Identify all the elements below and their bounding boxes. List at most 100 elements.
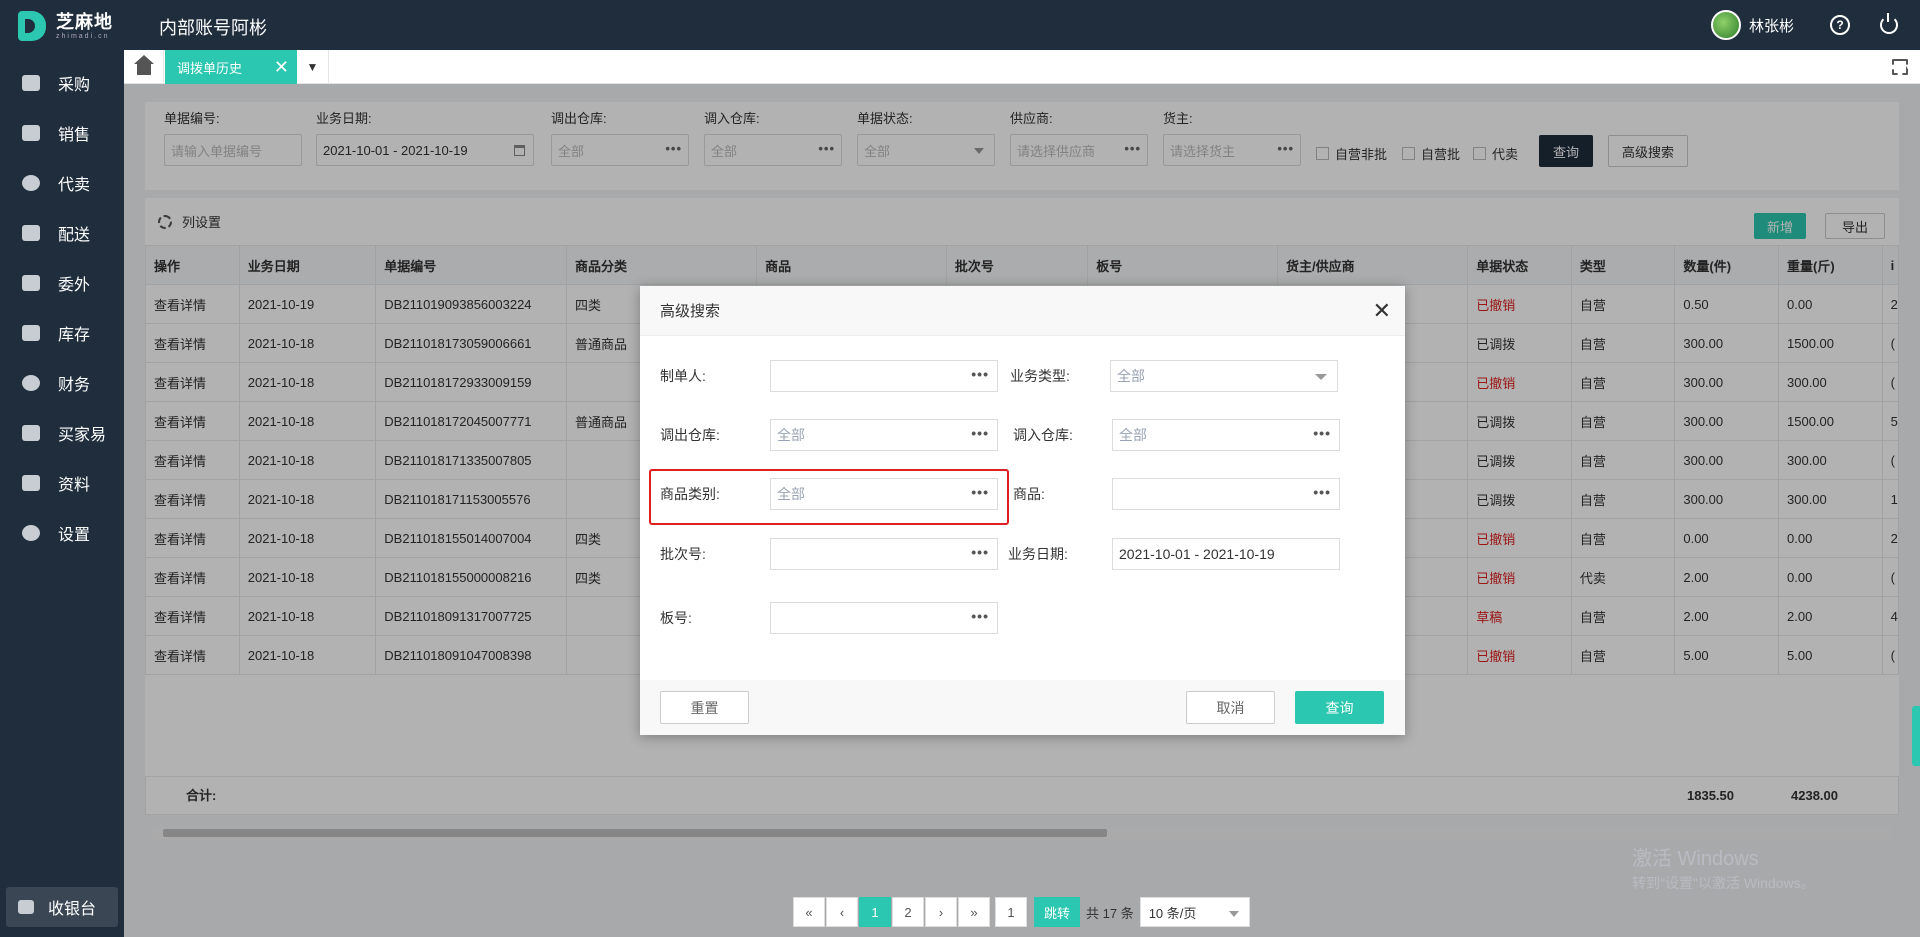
logo: 芝麻地 zhimadi.cn bbox=[18, 10, 113, 42]
sidebar-item-consign[interactable]: 代卖 bbox=[0, 158, 124, 208]
batch-label: 批次号: bbox=[660, 546, 706, 562]
sidebar-item-label: 配送 bbox=[58, 227, 91, 244]
reset-button[interactable]: 重置 bbox=[660, 691, 749, 724]
basket-icon bbox=[22, 75, 40, 91]
fullscreen-icon[interactable] bbox=[1892, 59, 1908, 75]
sidebar-item-delivery[interactable]: 配送 bbox=[0, 208, 124, 258]
in-warehouse-input[interactable]: 全部 ••• bbox=[1112, 419, 1340, 451]
pagination: « ‹ 1 2 › » 1 跳转 共 17 条 10 条/页 bbox=[793, 897, 1250, 927]
total-count: 共 17 条 bbox=[1086, 905, 1134, 921]
out-warehouse-label: 调出仓库: bbox=[660, 427, 720, 443]
cancel-button[interactable]: 取消 bbox=[1186, 691, 1275, 724]
more-icon[interactable]: ••• bbox=[1313, 425, 1331, 441]
sidebar-item-settings[interactable]: 设置 bbox=[0, 508, 124, 558]
side-handle[interactable] bbox=[1912, 706, 1920, 766]
biz-type-label: 业务类型: bbox=[1010, 368, 1070, 384]
dialog-query-button[interactable]: 查询 bbox=[1295, 691, 1384, 724]
finance-icon bbox=[22, 375, 40, 391]
user-name[interactable]: 林张彬 bbox=[1749, 15, 1794, 36]
cashier-label: 收银台 bbox=[48, 901, 97, 918]
cashier-button[interactable]: 收银台 bbox=[6, 887, 118, 927]
jump-button[interactable]: 跳转 bbox=[1034, 897, 1081, 927]
help-icon[interactable]: ? bbox=[1830, 15, 1850, 35]
creator-input[interactable]: ••• bbox=[770, 360, 998, 392]
last-page-button[interactable]: » bbox=[958, 897, 990, 927]
tab-label: 调拨单历史 bbox=[177, 60, 243, 76]
chevron-down-icon bbox=[1315, 374, 1327, 380]
building-icon bbox=[22, 275, 40, 291]
windows-watermark: 激活 Windows 转到"设置"以激活 Windows。 bbox=[1632, 848, 1815, 891]
in-warehouse-label: 调入仓库: bbox=[1013, 427, 1073, 443]
sidebar-item-inventory[interactable]: 库存 bbox=[0, 308, 124, 358]
advanced-search-dialog: 高级搜索 ✕ 制单人: ••• 业务类型: 全部 调出仓库: 全部 ••• 调入仓… bbox=[640, 286, 1405, 735]
biz-type-select[interactable]: 全部 bbox=[1110, 360, 1338, 392]
sidebar-item-sales[interactable]: 销售 bbox=[0, 108, 124, 158]
sidebar-item-label: 委外 bbox=[58, 277, 91, 294]
truck-icon bbox=[22, 225, 40, 241]
more-icon[interactable]: ••• bbox=[971, 544, 989, 560]
sidebar-item-buyer[interactable]: 买家易 bbox=[0, 408, 124, 458]
sidebar-item-label: 采购 bbox=[58, 77, 91, 94]
next-page-button[interactable]: › bbox=[925, 897, 957, 927]
cart-icon bbox=[22, 125, 40, 141]
sidebar-item-purchase[interactable]: 采购 bbox=[0, 58, 124, 108]
page-size-select[interactable]: 10 条/页 bbox=[1139, 897, 1250, 927]
sidebar-item-label: 销售 bbox=[58, 127, 91, 144]
top-bar: 芝麻地 zhimadi.cn 内部账号阿彬 林张彬 ? bbox=[0, 0, 1920, 50]
close-icon[interactable]: ✕ bbox=[274, 58, 289, 76]
home-button[interactable] bbox=[124, 50, 164, 84]
home-icon bbox=[133, 55, 154, 75]
product-input[interactable]: ••• bbox=[1112, 478, 1340, 510]
avatar[interactable] bbox=[1710, 10, 1741, 40]
product-label: 商品: bbox=[1013, 486, 1045, 502]
tab-bar: 调拨单历史 ✕ ▼ bbox=[124, 50, 1920, 84]
creator-label: 制单人: bbox=[660, 368, 706, 384]
app-title: 内部账号阿彬 bbox=[159, 18, 267, 38]
more-icon[interactable]: ••• bbox=[971, 366, 989, 382]
more-icon[interactable]: ••• bbox=[971, 484, 989, 500]
sidebar-item-label: 代卖 bbox=[58, 177, 91, 194]
tag-icon bbox=[22, 175, 40, 191]
tab-transfer-history[interactable]: 调拨单历史 ✕ bbox=[165, 50, 297, 84]
out-warehouse-input[interactable]: 全部 ••• bbox=[770, 419, 998, 451]
shop-icon bbox=[22, 425, 40, 441]
category-input[interactable]: 全部 ••• bbox=[770, 478, 998, 510]
logo-icon bbox=[18, 11, 46, 41]
board-input[interactable]: ••• bbox=[770, 602, 998, 634]
page-2-button[interactable]: 2 bbox=[892, 897, 924, 927]
page-1-button[interactable]: 1 bbox=[859, 897, 891, 927]
biz-date-input[interactable]: 2021-10-01 - 2021-10-19 bbox=[1112, 538, 1340, 570]
category-label: 商品类别: bbox=[660, 486, 720, 502]
print-icon bbox=[22, 475, 40, 491]
prev-page-button[interactable]: ‹ bbox=[826, 897, 858, 927]
sidebar-item-label: 买家易 bbox=[58, 427, 107, 444]
board-label: 板号: bbox=[660, 610, 692, 626]
sidebar: 采购 销售 代卖 配送 委外 库存 财务 买家易 资料 设置 收银台 bbox=[0, 50, 124, 937]
more-icon[interactable]: ••• bbox=[971, 608, 989, 624]
first-page-button[interactable]: « bbox=[793, 897, 825, 927]
gear-icon bbox=[22, 525, 40, 541]
sidebar-item-label: 财务 bbox=[58, 377, 91, 394]
sidebar-item-finance[interactable]: 财务 bbox=[0, 358, 124, 408]
sidebar-item-label: 资料 bbox=[58, 477, 91, 494]
warehouse-icon bbox=[22, 325, 40, 341]
dialog-header: 高级搜索 ✕ bbox=[640, 286, 1405, 336]
more-icon[interactable]: ••• bbox=[971, 425, 989, 441]
dialog-footer: 重置 取消 查询 bbox=[640, 680, 1405, 735]
more-icon[interactable]: ••• bbox=[1313, 484, 1331, 500]
logo-domain: zhimadi.cn bbox=[56, 32, 110, 40]
logo-text: 芝麻地 bbox=[56, 11, 113, 32]
sidebar-item-label: 库存 bbox=[58, 327, 91, 344]
batch-input[interactable]: ••• bbox=[770, 538, 998, 570]
power-icon[interactable] bbox=[1880, 13, 1898, 34]
biz-date-label: 业务日期: bbox=[1008, 546, 1068, 562]
jump-page-input[interactable]: 1 bbox=[995, 897, 1027, 927]
sidebar-item-data[interactable]: 资料 bbox=[0, 458, 124, 508]
cashier-icon bbox=[18, 900, 34, 914]
dialog-title: 高级搜索 bbox=[660, 303, 721, 320]
chevron-down-icon[interactable]: ▼ bbox=[297, 50, 329, 84]
sidebar-item-label: 设置 bbox=[58, 527, 91, 544]
sidebar-item-outsource[interactable]: 委外 bbox=[0, 258, 124, 308]
close-icon[interactable]: ✕ bbox=[1373, 298, 1391, 324]
chevron-down-icon bbox=[1228, 911, 1239, 917]
